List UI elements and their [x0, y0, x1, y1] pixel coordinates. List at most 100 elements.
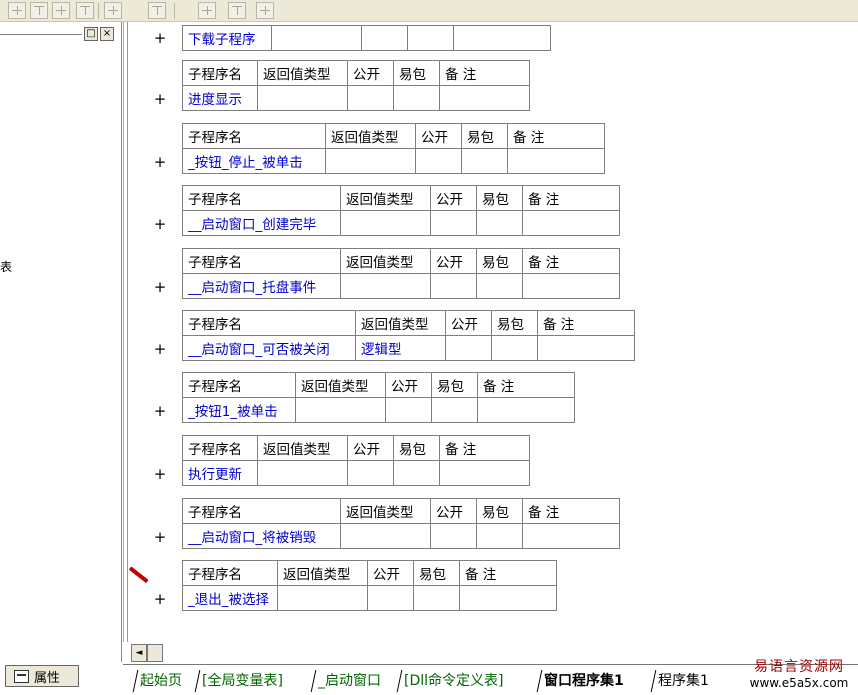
column-header: 公开 — [347, 435, 394, 461]
column-header: 易包 — [393, 435, 440, 461]
expand-icon[interactable]: + — [153, 404, 167, 419]
return-type-cell[interactable] — [277, 585, 368, 611]
tab-label: 程序集1 — [658, 673, 709, 689]
procedure-table: 子程序名 返回值类型 公开 易包备 注 _按钮1_被单击 — [182, 372, 575, 423]
procedure-table: 下载子程序 — [182, 25, 551, 51]
align-top-icon[interactable] — [52, 2, 70, 19]
procedure-name[interactable]: 进度显示 — [182, 85, 258, 111]
easy-pack-cell — [491, 335, 538, 361]
procedure-table: 子程序名 返回值类型 公开 易包备 注 _退出_被选择 — [182, 560, 557, 611]
return-type-cell — [271, 25, 362, 51]
column-header: 备 注 — [507, 123, 605, 149]
equal-width-icon[interactable] — [104, 2, 122, 19]
expand-icon[interactable]: + — [153, 592, 167, 607]
column-header: 子程序名 — [182, 498, 341, 524]
public-cell — [445, 335, 492, 361]
equal-height-icon[interactable] — [148, 2, 166, 19]
tab-window-assembly[interactable]: 窗口程序集1 — [536, 670, 631, 692]
procedure-name[interactable]: __启动窗口_创建完毕 — [182, 210, 341, 236]
column-header: 返回值类型 — [257, 435, 348, 461]
procedure-table: 子程序名 返回值类型 公开 易包备 注 __启动窗口_将被销毁 — [182, 498, 620, 549]
procedure-name[interactable]: _退出_被选择 — [182, 585, 278, 611]
align-middle-icon[interactable] — [76, 2, 94, 19]
remark-cell — [522, 210, 620, 236]
tab-label: 起始页 — [140, 673, 182, 689]
return-type-cell[interactable] — [340, 523, 431, 549]
tab-global-vars[interactable]: [全局变量表] — [194, 670, 290, 692]
scroll-left-icon[interactable]: ◄ — [131, 644, 147, 662]
remark-cell — [439, 460, 530, 486]
procedure-name[interactable]: __启动窗口_托盘事件 — [182, 273, 341, 299]
tab-dll-commands[interactable]: [Dll命令定义表] — [396, 670, 510, 692]
procedure-name[interactable]: __启动窗口_将被销毁 — [182, 523, 341, 549]
return-type-cell[interactable]: 逻辑型 — [355, 335, 446, 361]
same-height-icon[interactable] — [228, 2, 246, 19]
public-cell — [385, 397, 432, 423]
expand-icon[interactable]: + — [153, 342, 167, 357]
return-type-cell[interactable] — [257, 85, 348, 111]
editor-gutter — [123, 22, 153, 642]
procedure-table: 子程序名 返回值类型 公开 易包备 注 __启动窗口_托盘事件 — [182, 248, 620, 299]
properties-tab[interactable]: 属性 — [5, 665, 79, 687]
expand-icon[interactable]: + — [153, 280, 167, 295]
expand-icon[interactable]: + — [153, 217, 167, 232]
expand-icon[interactable]: + — [153, 530, 167, 545]
procedure-name[interactable]: _按钮_停止_被单击 — [182, 148, 326, 174]
column-header: 返回值类型 — [340, 248, 431, 274]
public-cell — [415, 148, 462, 174]
procedure-table: 子程序名 返回值类型 公开 易包备 注进度显示 — [182, 60, 530, 111]
column-header: 备 注 — [439, 60, 530, 86]
procedure-table: 子程序名 返回值类型 公开 易包备 注执行更新 — [182, 435, 530, 486]
column-header: 易包 — [431, 372, 478, 398]
procedure-name[interactable]: _按钮1_被单击 — [182, 397, 296, 423]
panel-title-line — [0, 34, 82, 35]
align-center-icon[interactable] — [30, 2, 48, 19]
remark-cell — [439, 85, 530, 111]
return-type-cell[interactable] — [325, 148, 416, 174]
tab-startup-window[interactable]: _启动窗口 — [310, 670, 388, 692]
procedure-table: 子程序名 返回值类型 公开 易包备 注 __启动窗口_创建完毕 — [182, 185, 620, 236]
properties-icon — [14, 669, 29, 683]
public-cell — [367, 585, 414, 611]
easy-pack-cell — [393, 85, 440, 111]
code-editor[interactable]: + 下载子程序 + 子程序名 返回值类型 公开 易包备 注进度显示 + 子程序名 返回值类型公… — [153, 22, 858, 642]
column-header: 公开 — [445, 310, 492, 336]
same-width-icon[interactable] — [198, 2, 216, 19]
column-header: 易包 — [413, 560, 460, 586]
column-header: 公开 — [347, 60, 394, 86]
remark-cell — [453, 25, 551, 51]
easy-pack-cell — [476, 210, 523, 236]
horizontal-scrollbar[interactable]: ◄ — [131, 644, 177, 662]
same-size-icon[interactable] — [256, 2, 274, 19]
return-type-cell[interactable] — [295, 397, 386, 423]
close-button[interactable]: × — [100, 27, 114, 41]
column-header: 易包 — [491, 310, 538, 336]
brand-watermark: 易语言资源网 www.e5a5x.com — [740, 659, 858, 690]
expand-icon[interactable]: + — [153, 155, 167, 170]
column-header: 备 注 — [459, 560, 557, 586]
column-header: 返回值类型 — [257, 60, 348, 86]
tab-assembly[interactable]: 程序集1 — [650, 670, 716, 692]
column-header: 子程序名 — [182, 560, 278, 586]
expand-icon[interactable]: + — [153, 467, 167, 482]
procedure-name[interactable]: 下载子程序 — [182, 25, 272, 51]
restore-button[interactable]: □ — [84, 27, 98, 41]
expand-icon[interactable]: + — [153, 92, 167, 107]
column-header: 返回值类型 — [355, 310, 446, 336]
align-left-icon[interactable] — [8, 2, 26, 19]
return-type-cell[interactable] — [340, 210, 431, 236]
expand-icon[interactable]: + — [153, 31, 167, 46]
column-header: 公开 — [385, 372, 432, 398]
procedure-name[interactable]: 执行更新 — [182, 460, 258, 486]
tab-label: _启动窗口 — [318, 673, 381, 689]
scroll-thumb[interactable] — [147, 644, 163, 662]
column-header: 公开 — [430, 185, 477, 211]
alignment-toolbar — [0, 0, 858, 22]
procedure-name[interactable]: __启动窗口_可否被关闭 — [182, 335, 356, 361]
return-type-cell[interactable] — [257, 460, 348, 486]
tab-start-page[interactable]: 起始页 — [132, 670, 189, 692]
column-header: 返回值类型 — [277, 560, 368, 586]
column-header: 子程序名 — [182, 435, 258, 461]
return-type-cell[interactable] — [340, 273, 431, 299]
column-header: 子程序名 — [182, 185, 341, 211]
